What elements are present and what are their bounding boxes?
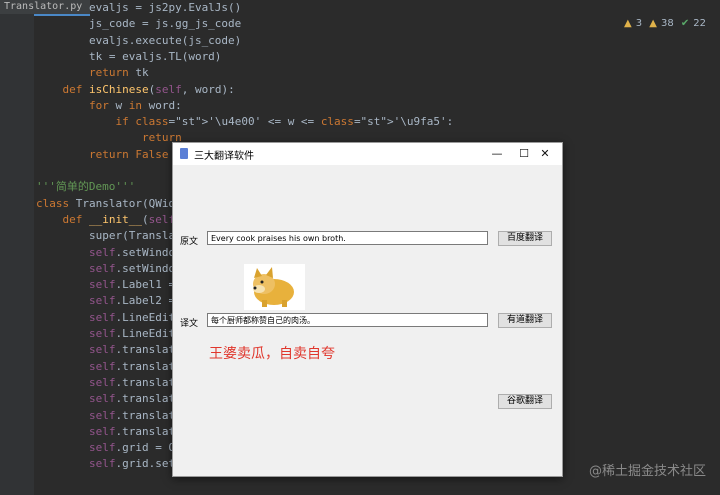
watermark: @稀土掘金技术社区 <box>588 464 706 479</box>
google-translate-button[interactable]: 谷歌翻译 <box>498 394 552 409</box>
code-line: self.translateB <box>88 343 189 357</box>
doge-image <box>244 264 305 310</box>
target-label: 译文 <box>180 319 199 329</box>
code-line: evaljs = js2py.EvalJs() <box>36 1 242 14</box>
check-icon: ✔ <box>680 18 690 29</box>
code-line: self.translateB <box>88 424 189 438</box>
code-line: return False <box>88 147 169 161</box>
code-line: return <box>141 131 182 145</box>
minimize-button[interactable]: — <box>483 145 511 163</box>
code-line: self.setWindowI <box>88 261 189 275</box>
code-line: self.translateB <box>88 359 189 373</box>
doge-image-graphic <box>253 267 294 307</box>
target-input[interactable]: 每个厨师都称赞自己的肉汤。 <box>207 313 488 327</box>
code-line: self.translateB <box>88 392 189 406</box>
code-line: evaljs.execute(js_code) <box>36 33 242 47</box>
source-input[interactable]: Every cook praises his own broth. <box>207 231 488 245</box>
code-line: if class="st">'\u4e00' <= w <= class="st… <box>115 115 454 129</box>
idiom-text: 王婆卖瓜，自卖自夸 <box>209 346 335 362</box>
app-icon <box>180 148 188 159</box>
line-gutter <box>0 14 34 495</box>
ok-count: 22 <box>693 18 706 29</box>
source-label: 原文 <box>180 237 199 247</box>
code-line: self.LineEdit1 <box>88 310 182 324</box>
baidu-translate-button[interactable]: 百度翻译 <box>498 231 552 246</box>
code-line: def isChinese(self, word): <box>62 82 235 96</box>
close-button[interactable]: ✕ <box>531 145 559 163</box>
code-line: return tk <box>88 66 149 80</box>
weak-warning-count: 38 <box>660 18 674 29</box>
code-line: js_code = js.gg_js_code <box>36 17 242 31</box>
title-bar[interactable]: 三大翻译软件 — ☐ ✕ <box>173 143 562 165</box>
code-line: self.translateB <box>88 375 189 389</box>
code-line: self.LineEdit2 <box>88 327 182 340</box>
code-line: for w in word: <box>88 98 182 112</box>
code-line: class Translator(QWidge <box>36 196 189 210</box>
warning-icon: ▲ <box>623 18 632 29</box>
code-line: super(Translato <box>36 229 189 243</box>
translator-window: 三大翻译软件 — ☐ ✕ 原文 Every cook praises his o… <box>172 142 563 477</box>
weak-warning-icon: ▲ <box>649 18 657 29</box>
warning-count: 3 <box>635 18 643 29</box>
code-line: '''简单的Demo''' <box>36 180 136 194</box>
code-line: self.translateB <box>88 408 189 422</box>
code-line: def __init__(self, <box>62 212 182 226</box>
youdao-translate-button[interactable]: 有道翻译 <box>498 313 552 328</box>
code-line: tk = evaljs.TL(word) <box>36 49 222 63</box>
code-line: self.setWindowT <box>88 245 189 259</box>
code-line: self.Label2 = Q <box>88 294 189 308</box>
window-title: 三大翻译软件 <box>194 151 254 162</box>
inspection-widget[interactable]: ▲ 3 ▲ 38 ✔ 22 <box>620 18 706 29</box>
code-line: self.Label1 = Q <box>88 278 189 292</box>
